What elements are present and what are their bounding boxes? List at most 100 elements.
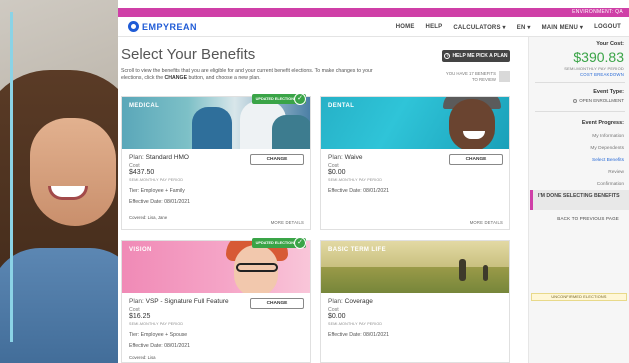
- logo-icon: [128, 21, 139, 32]
- plan-name: Standard HMO: [145, 154, 189, 161]
- instructions: Scroll to view the benefits that you are…: [121, 68, 383, 82]
- plan-label: Plan:: [129, 298, 144, 305]
- main-nav: HOME HELP CALCULATORS ▾ EN ▾ MAIN MENU ▾…: [396, 17, 621, 37]
- tier: Tier: Employee + Spouse: [129, 332, 188, 338]
- plan-label: Plan:: [328, 298, 343, 305]
- change-button[interactable]: CHANGE: [250, 298, 304, 309]
- benefit-card-basic-term-life: BASIC TERM LIFE Plan: Coverage Cost $0.0…: [320, 240, 510, 363]
- change-button[interactable]: CHANGE: [250, 154, 304, 165]
- benefit-card-dental: DENTAL Plan: Waive Cost $0.00 SEMI-MONTH…: [320, 96, 510, 230]
- benefits-to-review-note: YOU HAVE 17 BENEFITS TO REVIEW: [445, 71, 496, 82]
- screen-edge: [10, 12, 13, 342]
- pay-period: SEMI-MONTHLY PAY PERIOD: [328, 322, 383, 326]
- sky-shape: [321, 241, 509, 267]
- step-review[interactable]: Review: [590, 167, 624, 179]
- nav-calculators[interactable]: CALCULATORS ▾: [453, 24, 505, 31]
- help-button-label: HELP ME PICK A PLAN: [452, 53, 508, 59]
- plan-label: Plan:: [328, 154, 343, 161]
- card-category: DENTAL: [328, 103, 355, 109]
- face-shape: [449, 99, 495, 149]
- your-cost-value: $390.83: [573, 49, 624, 65]
- cost-value: $16.25: [129, 313, 151, 320]
- plan-label: Plan:: [129, 154, 144, 161]
- review-count-box: [499, 71, 510, 82]
- cost-value: $0.00: [328, 313, 346, 320]
- benefit-card-medical: MEDICAL UPDATED ELECTION ✓ Plan: Standar…: [121, 93, 311, 230]
- event-type-option[interactable]: OPEN ENROLLMENT: [573, 98, 624, 103]
- cost-sidebar: Your Cost: $390.83 SEMI-MONTHLY PAY PERI…: [528, 37, 629, 363]
- done-selecting-button[interactable]: I'M DONE SELECTING BENEFITS: [530, 190, 629, 210]
- dental-image: DENTAL: [321, 97, 509, 149]
- hiker-figure: [483, 265, 488, 281]
- divider: [535, 82, 625, 83]
- card-body: Plan: Waive Cost $0.00 SEMI-MONTHLY PAY …: [321, 149, 509, 198]
- unconfirmed-elections-notice[interactable]: UNCONFIRMED ELECTIONS: [531, 293, 627, 301]
- pay-period: SEMI-MONTHLY PAY PERIOD: [129, 178, 184, 182]
- step-select-benefits[interactable]: Select Benefits: [590, 155, 624, 167]
- radio-icon: [573, 98, 578, 103]
- pay-period: SEMI-MONTHLY PAY PERIOD: [564, 66, 624, 71]
- plan-line: Plan: VSP - Signature Full Feature: [129, 298, 247, 306]
- plan-line: Plan: Coverage: [328, 298, 503, 306]
- event-progress-label: Event Progress:: [581, 120, 624, 126]
- logo[interactable]: EMPYREAN: [128, 21, 197, 32]
- nav-language[interactable]: EN ▾: [517, 24, 531, 31]
- benefit-card-vision: VISION UPDATED ELECTION ✓ Plan: VSP - Si…: [121, 237, 311, 363]
- instructions-text-c: button, and choose a new plan.: [187, 75, 261, 81]
- logo-text: EMPYREAN: [142, 21, 198, 32]
- covered-people: Covered: Lisa: [129, 355, 156, 360]
- card-category: VISION: [129, 247, 152, 253]
- pay-period: SEMI-MONTHLY PAY PERIOD: [328, 178, 383, 182]
- check-icon: ✓: [294, 237, 306, 249]
- instructions-keyword: CHANGE: [164, 75, 188, 81]
- cost-value: $437.50: [129, 169, 155, 176]
- hiker-figure: [459, 259, 466, 281]
- event-type-value: OPEN ENROLLMENT: [579, 98, 624, 103]
- hero-photo: [0, 0, 118, 363]
- plan-name: Coverage: [344, 298, 373, 305]
- plan-name: Waive: [344, 154, 363, 161]
- cost-value: $0.00: [328, 169, 346, 176]
- effective-date: Effective Date: 08/01/2021: [328, 188, 390, 194]
- top-header: EMPYREAN HOME HELP CALCULATORS ▾ EN ▾ MA…: [118, 17, 629, 37]
- nav-help[interactable]: HELP: [426, 24, 443, 30]
- card-category: MEDICAL: [129, 103, 160, 109]
- tier: Tier: Employee + Family: [129, 188, 185, 194]
- face-shape: [30, 118, 116, 226]
- environment-strip: ENVIRONMENT: QA: [118, 8, 629, 17]
- progress-steps: My Information My Dependents Select Bene…: [590, 131, 624, 191]
- divider: [535, 111, 625, 112]
- environment-label: ENVIRONMENT: QA: [572, 9, 623, 15]
- nav-home[interactable]: HOME: [396, 24, 415, 30]
- event-type-label: Event Type:: [593, 89, 624, 95]
- effective-date: Effective Date: 08/01/2021: [129, 343, 191, 349]
- effective-date: Effective Date: 08/01/2021: [328, 332, 390, 338]
- card-body: Plan: Standard HMO Cost $437.50 SEMI-MON…: [122, 149, 310, 224]
- nav-main-menu[interactable]: MAIN MENU ▾: [542, 24, 584, 31]
- step-my-information[interactable]: My Information: [590, 131, 624, 143]
- vision-image: VISION: [122, 241, 310, 293]
- card-body: Plan: VSP - Signature Full Feature Cost …: [122, 293, 310, 363]
- back-to-previous-link[interactable]: BACK TO PREVIOUS PAGE: [557, 216, 619, 221]
- life-image: BASIC TERM LIFE: [321, 241, 509, 293]
- card-body: Plan: Coverage Cost $0.00 SEMI-MONTHLY P…: [321, 293, 509, 342]
- nav-logout[interactable]: LOGOUT: [594, 24, 621, 30]
- question-icon: ?: [444, 53, 451, 59]
- help-me-pick-button[interactable]: ? HELP ME PICK A PLAN: [442, 50, 510, 62]
- cost-breakdown-link[interactable]: COST BREAKDOWN: [580, 72, 624, 77]
- glasses-shape: [236, 263, 278, 272]
- check-icon: ✓: [294, 93, 306, 105]
- shirt-shape: [0, 248, 118, 363]
- doctor-figure: [272, 115, 310, 149]
- page-title: Select Your Benefits: [121, 46, 256, 63]
- doctor-figure: [192, 107, 232, 149]
- plan-name: VSP - Signature Full Feature: [145, 298, 229, 305]
- your-cost-label: Your Cost:: [596, 41, 624, 47]
- change-button[interactable]: CHANGE: [449, 154, 503, 165]
- pay-period: SEMI-MONTHLY PAY PERIOD: [129, 322, 184, 326]
- more-details-link[interactable]: MORE DETAILS: [271, 220, 304, 225]
- medical-image: MEDICAL: [122, 97, 310, 149]
- card-category: BASIC TERM LIFE: [328, 247, 386, 253]
- step-my-dependents[interactable]: My Dependents: [590, 143, 624, 155]
- more-details-link[interactable]: MORE DETAILS: [470, 220, 503, 225]
